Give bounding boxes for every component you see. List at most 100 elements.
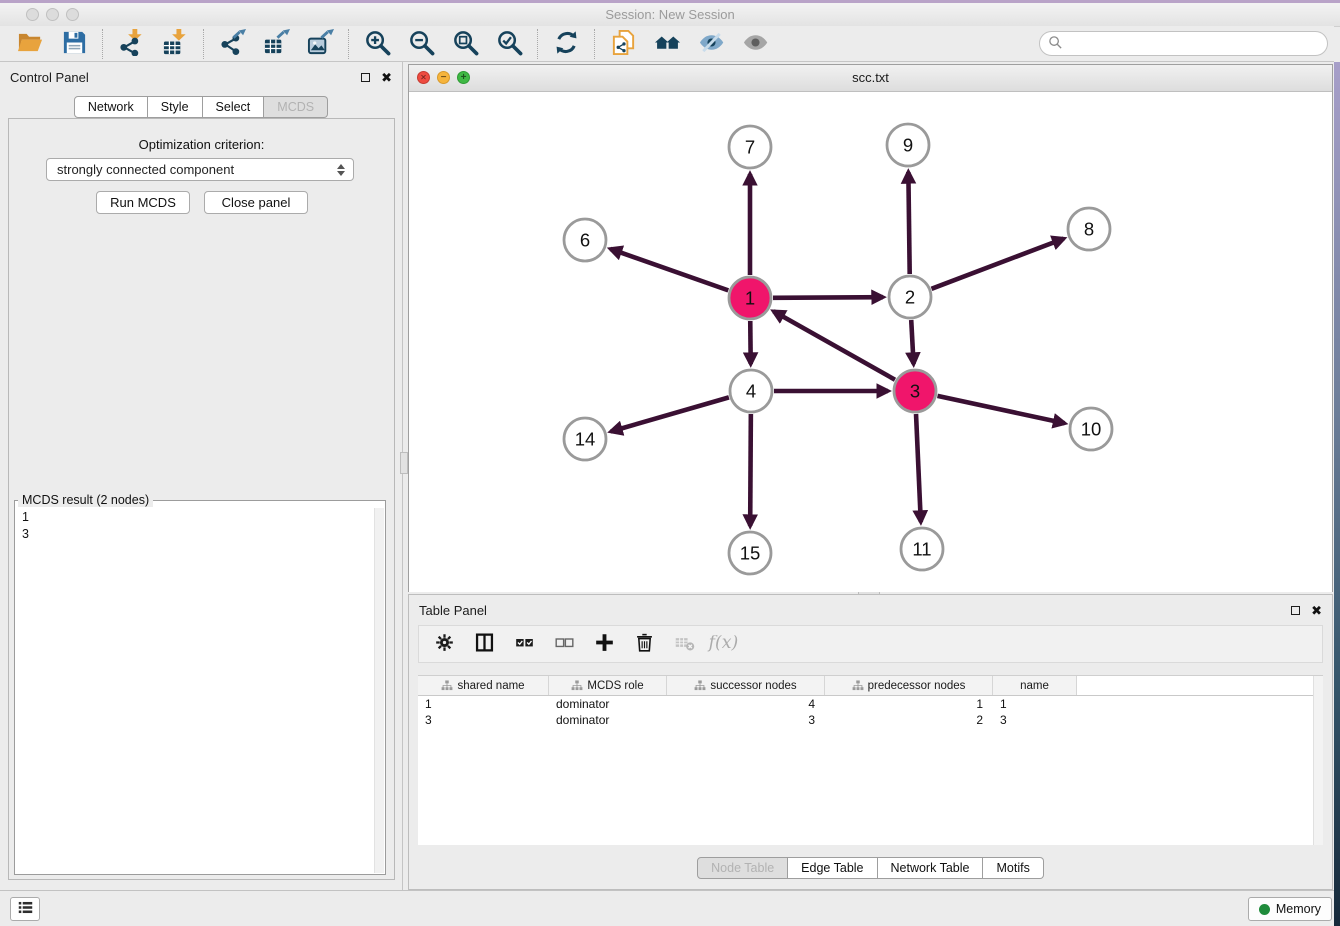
- close-window-light[interactable]: [26, 8, 39, 21]
- column-header-successor-nodes[interactable]: successor nodes: [667, 676, 825, 695]
- refresh-view-icon: [553, 29, 580, 59]
- edge-3-10[interactable]: [937, 396, 1064, 423]
- tab-select[interactable]: Select: [203, 96, 265, 118]
- edge-1-2[interactable]: [773, 297, 883, 298]
- table-delete-row-button[interactable]: [629, 629, 659, 659]
- column-header-label: name: [1020, 680, 1049, 692]
- node-2[interactable]: 2: [889, 276, 931, 318]
- edge-2-9[interactable]: [908, 172, 909, 274]
- column-header-predecessor-nodes[interactable]: predecessor nodes: [825, 676, 993, 695]
- toolbar-export-table-button[interactable]: [254, 29, 298, 59]
- export-network-icon: [219, 29, 246, 59]
- toolbar-zoom-in-button[interactable]: [355, 29, 399, 59]
- vertical-splitter-grip[interactable]: [400, 452, 408, 474]
- tab-network-table[interactable]: Network Table: [878, 857, 984, 879]
- node-1[interactable]: 1: [729, 277, 771, 319]
- add-row-icon: [594, 632, 615, 656]
- table-settings-button[interactable]: [429, 629, 459, 659]
- edge-3-11[interactable]: [916, 414, 921, 522]
- table-add-row-button[interactable]: [589, 629, 619, 659]
- table-cell: 3: [418, 713, 549, 727]
- table-cell: dominator: [549, 697, 667, 711]
- close-panel-icon[interactable]: [381, 71, 392, 84]
- edge-3-1[interactable]: [774, 311, 895, 379]
- column-header-name[interactable]: name: [993, 676, 1077, 695]
- close-panel-button[interactable]: Close panel: [204, 191, 308, 214]
- edge-1-6[interactable]: [610, 249, 728, 290]
- table-select-all-button[interactable]: [509, 629, 539, 659]
- table-toolbar: f(x): [418, 625, 1323, 663]
- network-canvas[interactable]: 7 9 6 8 1 2 4 3 14 10 15 11: [409, 92, 1332, 592]
- toolbar-open-session-button[interactable]: [8, 29, 52, 59]
- search-input[interactable]: [1067, 35, 1319, 52]
- node-7[interactable]: 7: [729, 126, 771, 168]
- node-15[interactable]: 15: [729, 532, 771, 574]
- optimization-criterion-select[interactable]: strongly connected component: [46, 158, 354, 181]
- tab-network[interactable]: Network: [74, 96, 148, 118]
- toolbar-import-table-button[interactable]: [153, 29, 197, 59]
- node-3[interactable]: 3: [894, 370, 936, 412]
- new-network-from-selection-icon: [610, 29, 637, 59]
- search-box[interactable]: [1039, 31, 1328, 56]
- table-function-builder-button[interactable]: f(x): [709, 629, 739, 659]
- mcds-result-box: MCDS result (2 nodes) 1 3: [14, 493, 386, 875]
- show-all-icon: [742, 29, 769, 59]
- run-mcds-button[interactable]: Run MCDS: [96, 191, 190, 214]
- toolbar-zoom-out-button[interactable]: [399, 29, 443, 59]
- network-close-icon[interactable]: [417, 71, 430, 84]
- node-4[interactable]: 4: [730, 370, 772, 412]
- toolbar-hide-selected-button[interactable]: [689, 29, 733, 59]
- toolbar-new-network-from-selection-button[interactable]: [601, 29, 645, 59]
- toolbar-save-session-button[interactable]: [52, 29, 96, 59]
- node-table: shared nameMCDS rolesuccessor nodesprede…: [418, 675, 1323, 845]
- float-panel-icon[interactable]: [361, 73, 370, 82]
- table-columns-button[interactable]: [469, 629, 499, 659]
- node-10[interactable]: 10: [1070, 408, 1112, 450]
- node-6[interactable]: 6: [564, 219, 606, 261]
- table-cell: 2: [825, 713, 993, 727]
- toolbar-import-network-button[interactable]: [109, 29, 153, 59]
- tab-node-table[interactable]: Node Table: [697, 857, 788, 879]
- toolbar-group: [594, 29, 783, 59]
- table-deselect-all-button[interactable]: [549, 629, 579, 659]
- toolbar-show-all-button[interactable]: [733, 29, 777, 59]
- tab-edge-table[interactable]: Edge Table: [788, 857, 877, 879]
- edge-4-15[interactable]: [750, 414, 751, 526]
- node-8[interactable]: 8: [1068, 208, 1110, 250]
- task-history-button[interactable]: [10, 897, 40, 921]
- minimize-window-light[interactable]: [46, 8, 59, 21]
- tab-mcds[interactable]: MCDS: [264, 96, 328, 118]
- float-table-panel-icon[interactable]: [1291, 606, 1300, 615]
- tab-style[interactable]: Style: [148, 96, 203, 118]
- edge-2-3[interactable]: [911, 320, 913, 364]
- mcds-result-text: 1 3: [15, 507, 385, 874]
- column-header-mcds-role[interactable]: MCDS role: [549, 676, 667, 695]
- table-row[interactable]: 3dominator323: [418, 712, 1323, 728]
- node-9[interactable]: 9: [887, 124, 929, 166]
- table-delete-table-button[interactable]: [669, 629, 699, 659]
- node-14[interactable]: 14: [564, 418, 606, 460]
- memory-button[interactable]: Memory: [1248, 897, 1332, 921]
- network-graph: 7 9 6 8 1 2 4 3 14 10 15 11: [409, 92, 1332, 592]
- mcds-result-scrollbar[interactable]: [374, 508, 384, 873]
- toolbar-refresh-view-button[interactable]: [544, 29, 588, 59]
- column-header-shared-name[interactable]: shared name: [418, 676, 549, 695]
- tab-motifs[interactable]: Motifs: [983, 857, 1043, 879]
- close-table-panel-icon[interactable]: [1311, 604, 1322, 617]
- network-maximize-icon[interactable]: [457, 71, 470, 84]
- zoom-window-light[interactable]: [66, 8, 79, 21]
- node-11[interactable]: 11: [901, 528, 943, 570]
- delete-row-icon: [634, 632, 655, 656]
- edge-4-14[interactable]: [611, 397, 729, 431]
- edge-2-8[interactable]: [932, 239, 1064, 289]
- svg-text:7: 7: [745, 137, 755, 158]
- toolbar-home-view-button[interactable]: [645, 29, 689, 59]
- toolbar-export-image-button[interactable]: [298, 29, 342, 59]
- table-scrollbar[interactable]: [1313, 676, 1323, 845]
- toolbar-export-network-button[interactable]: [210, 29, 254, 59]
- toolbar-zoom-fit-button[interactable]: [443, 29, 487, 59]
- network-minimize-icon[interactable]: [437, 71, 450, 84]
- save-session-icon: [61, 29, 88, 59]
- toolbar-zoom-selected-button[interactable]: [487, 29, 531, 59]
- table-row[interactable]: 1dominator411: [418, 696, 1323, 712]
